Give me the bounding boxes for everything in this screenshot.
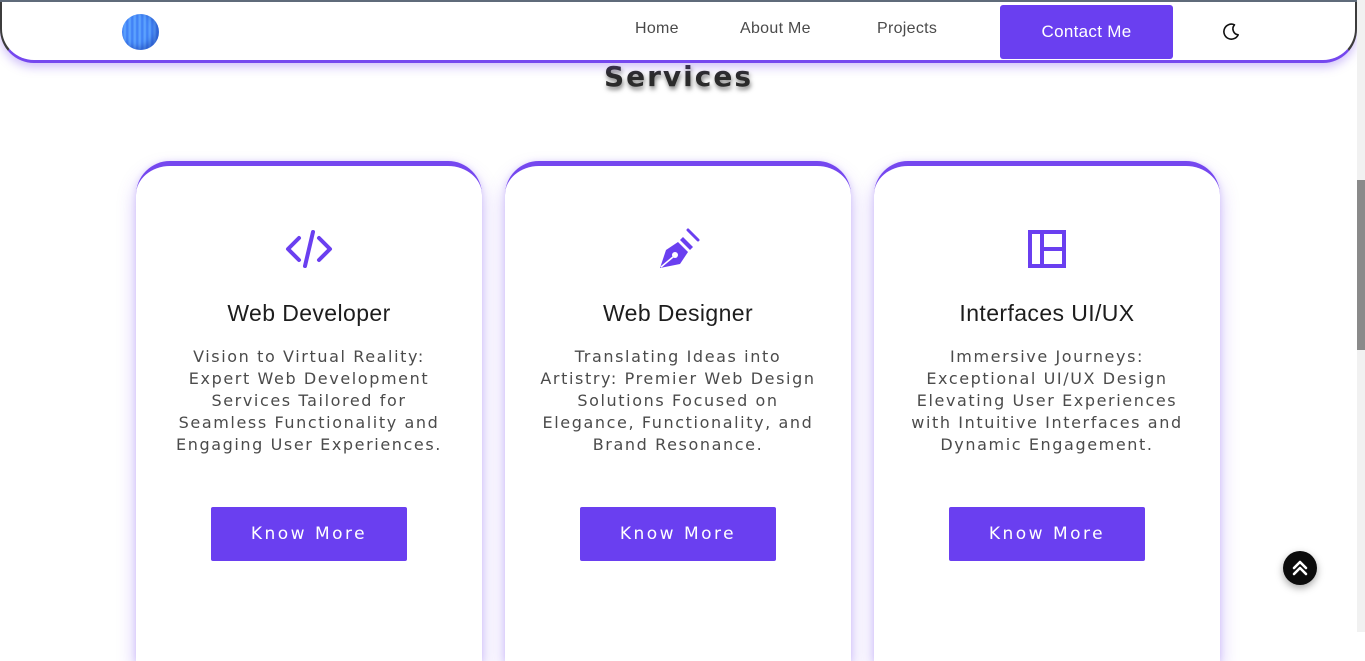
nav-link-about[interactable]: About Me	[740, 20, 811, 38]
sphere-logo-icon[interactable]	[122, 14, 159, 50]
service-card-web-developer: Web Developer Vision to Virtual Reality:…	[136, 161, 482, 661]
scrollbar[interactable]	[1357, 0, 1365, 632]
nav-link-home[interactable]: Home	[635, 20, 679, 38]
layout-icon	[1023, 228, 1071, 270]
nav-link-projects[interactable]: Projects	[877, 20, 937, 38]
moon-icon[interactable]	[1221, 22, 1241, 42]
pen-nib-icon	[654, 228, 702, 270]
navbar: Home About Me Projects Contact Me	[0, 0, 1357, 63]
know-more-button[interactable]: Know More	[211, 507, 407, 561]
scroll-to-top-button[interactable]	[1283, 551, 1317, 585]
know-more-button[interactable]: Know More	[580, 507, 776, 561]
card-description: Vision to Virtual Reality: Expert Web De…	[176, 347, 442, 454]
code-icon	[285, 228, 333, 270]
service-card-web-designer: Web Designer Translating Ideas into Arti…	[505, 161, 851, 661]
know-more-button[interactable]: Know More	[949, 507, 1145, 561]
scrollbar-thumb[interactable]	[1357, 180, 1365, 350]
service-card-interfaces-ui-ux: Interfaces UI/UX Immersive Journeys: Exc…	[874, 161, 1220, 661]
window-top-line	[0, 0, 1365, 2]
contact-button[interactable]: Contact Me	[1000, 5, 1173, 59]
card-description: Immersive Journeys: Exceptional UI/UX De…	[911, 347, 1183, 454]
card-title: Web Designer	[602, 300, 754, 326]
card-title: Web Developer	[227, 300, 391, 326]
section-title: Services	[603, 60, 754, 93]
card-description: Translating Ideas into Artistry: Premier…	[540, 347, 816, 454]
double-chevron-up-icon	[1292, 560, 1308, 576]
card-title: Interfaces UI/UX	[959, 300, 1135, 326]
